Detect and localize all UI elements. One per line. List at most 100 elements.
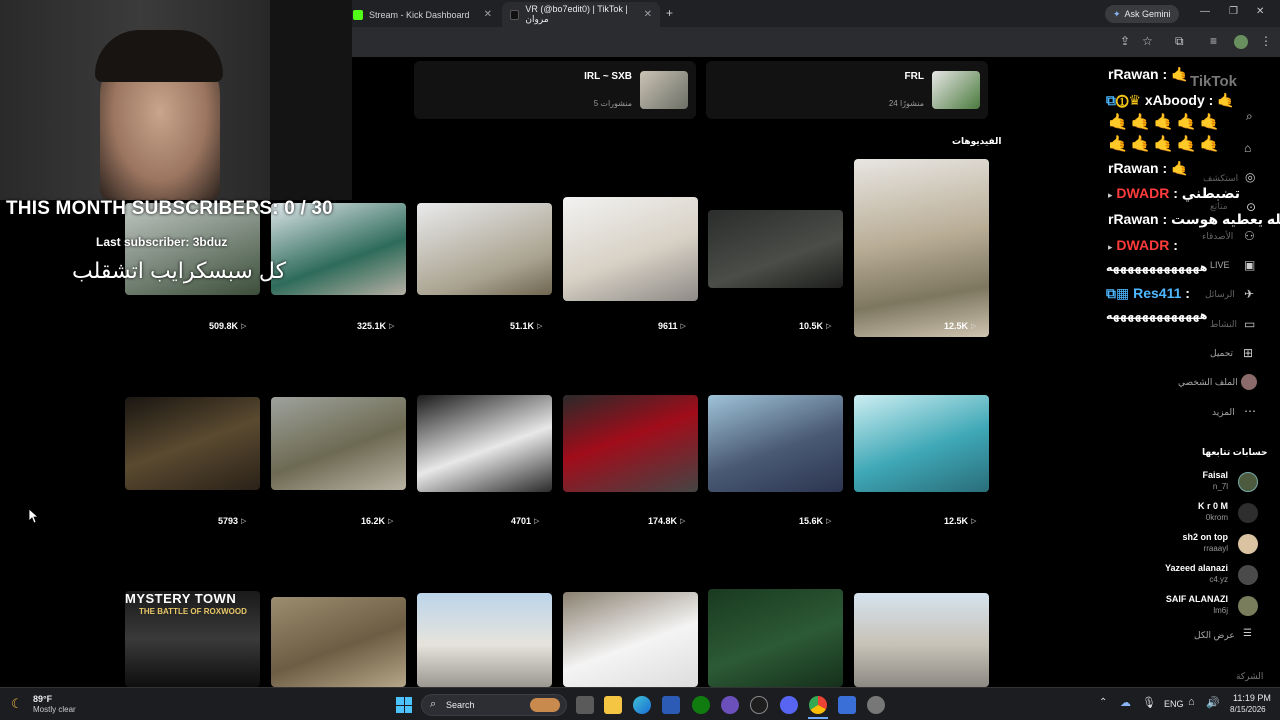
following-account-name[interactable]: SAIF ALANAZI — [1166, 594, 1228, 604]
following-account-name[interactable]: K r 0 M — [1198, 501, 1228, 511]
install-app-icon[interactable]: ⇪ — [1120, 34, 1130, 48]
video-thumbnail[interactable] — [563, 197, 698, 301]
avatar[interactable] — [1238, 565, 1258, 585]
following-account-name[interactable]: Faisal — [1202, 470, 1228, 480]
video-thumbnail[interactable] — [708, 589, 843, 687]
chat-message: ⧉⓵♛ xAboody : 🤙 — [1106, 92, 1235, 109]
discord-icon[interactable] — [780, 696, 798, 714]
close-window-button[interactable]: ✕ — [1256, 6, 1264, 17]
company-link[interactable]: الشركة — [1236, 671, 1263, 682]
emote-icon: 🤙 — [1171, 66, 1189, 82]
tiktok-logo[interactable]: TikTok — [1190, 73, 1237, 90]
file-explorer-icon[interactable] — [604, 696, 622, 714]
video-thumbnail[interactable] — [563, 395, 698, 492]
search-icon[interactable]: ⌕ — [1246, 109, 1253, 124]
onedrive-icon[interactable]: ☁ — [1120, 696, 1131, 709]
ask-gemini-button[interactable]: ✦ Ask Gemini — [1105, 5, 1179, 23]
sidebar-item-messages[interactable]: الرسائل — [1205, 289, 1235, 300]
background-shelf — [270, 0, 352, 200]
video-view-count: 12.5K ▷ — [944, 321, 976, 331]
video-thumbnail[interactable] — [125, 397, 260, 490]
avatar[interactable] — [1238, 472, 1258, 492]
clock-time[interactable]: 11:19 PM — [1233, 693, 1271, 703]
video-view-count: 15.6K ▷ — [799, 516, 831, 526]
xbox-icon[interactable] — [692, 696, 710, 714]
video-thumbnail[interactable] — [417, 593, 552, 687]
sidebar-item-friends[interactable]: الأصدقاء — [1202, 231, 1233, 242]
task-view-icon[interactable] — [576, 696, 594, 714]
emote-row: 🤙🤙🤙🤙🤙 — [1108, 114, 1223, 131]
store-icon[interactable] — [662, 696, 680, 714]
close-tab-icon[interactable]: ✕ — [644, 9, 652, 20]
profile-avatar-icon[interactable] — [1234, 35, 1248, 49]
video-thumbnail[interactable] — [708, 395, 843, 492]
obs-icon[interactable] — [750, 696, 768, 714]
thumbnail-caption: MYSTERY TOWN — [125, 591, 237, 606]
weather-icon[interactable]: ☾ — [11, 696, 23, 712]
maximize-button[interactable]: ❐ — [1229, 6, 1238, 17]
video-thumbnail[interactable] — [417, 203, 552, 295]
network-icon[interactable]: ⌂ — [1188, 696, 1195, 708]
streamer-hair — [95, 30, 223, 82]
chat-separator: : — [1208, 92, 1214, 108]
video-thumbnail[interactable]: MYSTERY TOWN THE BATTLE OF ROXWOOD — [125, 591, 260, 687]
language-indicator[interactable]: ENG — [1164, 699, 1184, 709]
playlist-card[interactable]: IRL ~ SXB 5 منشورات — [414, 61, 696, 119]
following-account-name[interactable]: sh2 on top — [1183, 532, 1229, 542]
avatar[interactable] — [1238, 596, 1258, 616]
videos-section-title: الفيديوهات — [952, 136, 1002, 146]
video-thumbnail[interactable] — [854, 159, 989, 337]
edge-icon[interactable] — [633, 696, 651, 714]
video-thumbnail[interactable] — [563, 592, 698, 687]
volume-icon[interactable]: 🔊 — [1206, 696, 1220, 709]
settings-gear-icon[interactable] — [867, 696, 885, 714]
clock-date[interactable]: 8/15/2026 — [1230, 705, 1266, 714]
chevron-up-icon[interactable]: ⌃ — [1099, 697, 1107, 708]
close-tab-icon[interactable]: ✕ — [484, 9, 492, 20]
app-icon[interactable] — [721, 696, 739, 714]
new-tab-button[interactable]: + — [666, 6, 673, 20]
video-thumbnail[interactable] — [854, 593, 989, 687]
microphone-icon[interactable]: 🎙 — [1142, 696, 1156, 709]
playlist-card[interactable]: FRL 24 منشورًا — [706, 61, 988, 119]
app-icon[interactable] — [838, 696, 856, 714]
weather-desc[interactable]: Mostly clear — [33, 705, 76, 714]
video-thumbnail[interactable] — [271, 397, 406, 490]
sidebar-item-activity[interactable]: النشاط — [1210, 319, 1237, 330]
mouse-cursor-icon — [29, 509, 39, 523]
weather-temp[interactable]: 89°F — [33, 694, 52, 704]
minimize-button[interactable]: — — [1200, 6, 1210, 17]
following-account-name[interactable]: Yazeed alanazi — [1165, 563, 1228, 573]
avatar[interactable] — [1238, 503, 1258, 523]
sidebar-item-upload[interactable]: تحميل — [1210, 348, 1233, 359]
video-thumbnail[interactable] — [417, 395, 552, 492]
home-icon[interactable]: ⌂ — [1244, 141, 1251, 155]
badge-icon: ⓵ — [1116, 92, 1129, 108]
tab-kick-dashboard[interactable]: Stream - Kick Dashboard ✕ — [345, 2, 500, 27]
chrome-icon[interactable] — [809, 696, 827, 714]
chat-username: rRawan — [1108, 66, 1159, 82]
webcam-feed — [0, 0, 352, 200]
sidebar-item-live[interactable]: LIVE — [1210, 260, 1230, 270]
chat-username: rRawan — [1108, 211, 1159, 227]
play-icon: ▷ — [241, 518, 247, 525]
avatar[interactable] — [1238, 534, 1258, 554]
chat-text: خله يعطيه هوست — [1171, 211, 1280, 227]
taskbar-search-box[interactable]: ⌕ Search — [421, 694, 567, 716]
live-icon: ▣ — [1244, 258, 1256, 272]
tab-tiktok[interactable]: VR (@bo7edit0) | TikTok | مروان ✕ — [502, 2, 660, 27]
media-controls-icon[interactable]: ≡ — [1210, 34, 1217, 48]
video-thumbnail[interactable] — [708, 210, 843, 288]
windows-start-icon[interactable] — [396, 697, 412, 713]
sidebar-item-more[interactable]: المزيد — [1212, 407, 1235, 418]
sidebar-item-profile[interactable]: الملف الشخصي — [1178, 377, 1238, 388]
playlist-title: IRL ~ SXB — [584, 71, 632, 82]
sidebar-item-explore[interactable]: استكشف — [1203, 173, 1238, 184]
see-all-link[interactable]: عرض الكل — [1194, 630, 1235, 641]
menu-kebab-icon[interactable]: ⋮ — [1260, 34, 1272, 48]
extensions-icon[interactable]: ⧉ — [1175, 34, 1184, 49]
bookmark-star-icon[interactable]: ☆ — [1142, 34, 1153, 48]
video-thumbnail[interactable] — [271, 597, 406, 687]
video-thumbnail[interactable] — [854, 395, 989, 492]
following-account-id: c4.yz — [1209, 575, 1228, 584]
